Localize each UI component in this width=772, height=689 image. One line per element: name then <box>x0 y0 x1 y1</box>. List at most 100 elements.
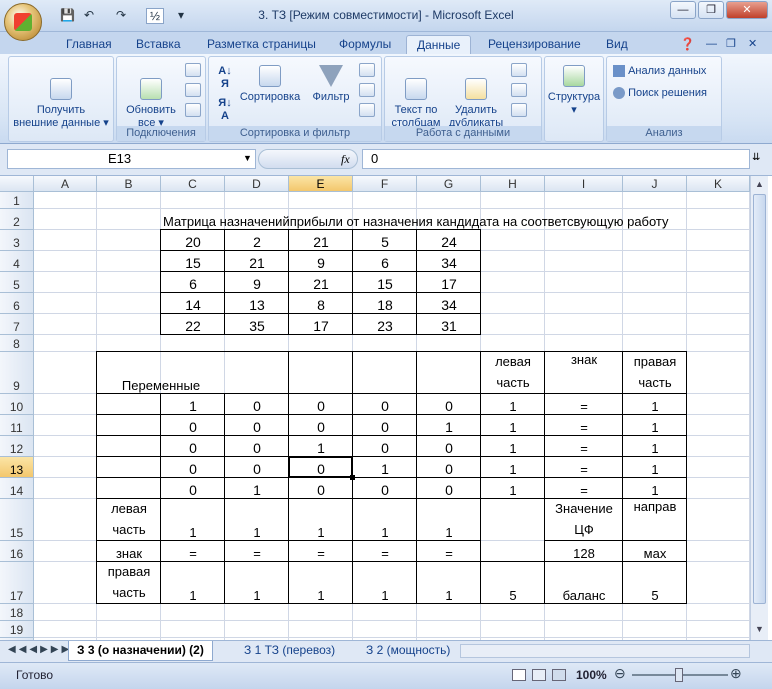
group-title-connections: Подключения <box>117 126 205 141</box>
column-header-f[interactable]: F <box>353 176 417 192</box>
row-rhs: 1 <box>651 399 659 414</box>
variable-cell: 0 <box>189 440 197 456</box>
matrix-cell: 15 <box>185 255 201 271</box>
outline-button[interactable]: Структура ▾ <box>545 65 603 117</box>
sort-za-button[interactable]: Я↓ A <box>215 97 235 123</box>
worksheet-grid[interactable]: A B C D E F G H I J K 1 2 3 4 5 6 7 8 9 10 11 12 13 14 15 16 17 18 19… <box>0 176 772 640</box>
zoom-slider-thumb[interactable] <box>675 668 683 682</box>
row-header-18[interactable]: 18 <box>0 604 34 621</box>
advanced-filter-icon[interactable] <box>359 103 375 117</box>
column-header-j[interactable]: J <box>623 176 687 192</box>
horizontal-scrollbar[interactable] <box>460 644 750 658</box>
row-header-3[interactable]: 3 <box>0 230 34 251</box>
insert-function-button[interactable]: fx <box>341 152 350 167</box>
row-header-6[interactable]: 6 <box>0 293 34 314</box>
tab-data[interactable]: Данные <box>406 35 472 54</box>
vertical-scrollbar[interactable]: ▲ ▼ <box>750 176 768 640</box>
tab-view[interactable]: Вид <box>606 35 628 54</box>
solver-button[interactable]: Поиск решения <box>613 87 707 100</box>
edit-links-icon[interactable] <box>185 103 201 117</box>
tab-formulas[interactable]: Формулы <box>339 35 391 54</box>
name-box-dropdown-icon[interactable]: ▼ <box>243 153 252 163</box>
normal-view-icon[interactable] <box>512 669 526 681</box>
matrix-cell: 6 <box>381 255 389 271</box>
data-validation-icon[interactable] <box>511 63 527 77</box>
data-analysis-button[interactable]: Анализ данных <box>613 65 706 78</box>
properties-icon[interactable] <box>185 83 201 97</box>
formula-input[interactable]: 0 <box>362 149 750 169</box>
row-header-13[interactable]: 13 <box>0 457 34 478</box>
row-header-4[interactable]: 4 <box>0 251 34 272</box>
zoom-level[interactable]: 100% <box>576 668 607 682</box>
sheet-tab-3[interactable]: З 2 (мощность) <box>358 641 458 661</box>
remove-duplicates-button[interactable]: Удалить дубликаты <box>447 65 505 130</box>
scroll-up-icon[interactable]: ▲ <box>755 179 764 189</box>
doc-minimize-icon[interactable]: — <box>706 35 717 54</box>
filter-button[interactable]: Фильтр <box>307 65 355 104</box>
what-if-icon[interactable] <box>511 103 527 117</box>
row-header-16[interactable]: 16 <box>0 541 34 562</box>
page-layout-view-icon[interactable] <box>532 669 546 681</box>
column-header-i[interactable]: I <box>545 176 623 192</box>
column-header-g[interactable]: G <box>417 176 481 192</box>
row-header-1[interactable]: 1 <box>0 192 34 209</box>
doc-close-icon[interactable]: ✕ <box>748 35 757 54</box>
help-icon[interactable]: ❓ <box>680 35 695 54</box>
column-header-e[interactable]: E <box>289 176 353 192</box>
row-header-11[interactable]: 11 <box>0 415 34 436</box>
row-header-14[interactable]: 14 <box>0 478 34 499</box>
reapply-icon[interactable] <box>359 83 375 97</box>
select-all-corner[interactable] <box>0 176 34 192</box>
col-rhs-label-line2: часть <box>112 584 146 600</box>
zoom-in-icon[interactable]: ⊕ <box>730 665 742 682</box>
row-header-8[interactable]: 8 <box>0 335 34 352</box>
row-header-2[interactable]: 2 <box>0 209 34 230</box>
scroll-down-icon[interactable]: ▼ <box>755 624 764 634</box>
sign-header: знак <box>570 352 598 367</box>
objective-value: 128 <box>573 546 595 561</box>
row-header-15[interactable]: 15 <box>0 499 34 541</box>
refresh-all-button[interactable]: Обновить все ▾ <box>121 65 181 130</box>
lhs-header-line1: левая <box>495 354 531 370</box>
row-header-19[interactable]: 19 <box>0 621 34 638</box>
page-break-view-icon[interactable] <box>552 669 566 681</box>
row-header-5[interactable]: 5 <box>0 272 34 293</box>
tab-home[interactable]: Главная <box>66 35 112 54</box>
tab-page-layout[interactable]: Разметка страницы <box>207 35 316 54</box>
row-header-9[interactable]: 9 <box>0 352 34 394</box>
sheet-tab-active[interactable]: З 3 (о назначении) (2) <box>68 641 213 661</box>
sort-button[interactable]: Сортировка <box>237 65 303 104</box>
expand-formula-icon[interactable]: ⇊ <box>752 152 760 163</box>
row-header-10[interactable]: 10 <box>0 394 34 415</box>
column-header-c[interactable]: C <box>161 176 225 192</box>
column-header-k[interactable]: K <box>687 176 750 192</box>
zoom-out-icon[interactable]: ⊖ <box>614 665 626 682</box>
column-header-h[interactable]: H <box>481 176 545 192</box>
connections-icon[interactable] <box>185 63 201 77</box>
tab-review[interactable]: Рецензирование <box>488 35 581 54</box>
sheet-nav-icons[interactable]: ◀◀◀▶▶▶ <box>8 644 72 655</box>
office-button[interactable] <box>4 3 42 41</box>
get-external-data-button[interactable]: Получить внешние данные ▾ <box>13 65 109 130</box>
row-header-17[interactable]: 17 <box>0 562 34 604</box>
column-header-b[interactable]: B <box>97 176 161 192</box>
balance-value: 5 <box>651 588 659 603</box>
clear-filter-icon[interactable] <box>359 63 375 77</box>
sheet-tab-2[interactable]: З 1 ТЗ (перевоз) <box>236 641 343 661</box>
sort-az-button[interactable]: A↓ Я <box>215 65 235 91</box>
group-analysis: Анализ данных Поиск решения Анализ <box>606 56 722 142</box>
scroll-thumb[interactable] <box>753 194 766 604</box>
row-header-12[interactable]: 12 <box>0 436 34 457</box>
column-header-d[interactable]: D <box>225 176 289 192</box>
tab-insert[interactable]: Вставка <box>136 35 181 54</box>
name-box[interactable]: E13 <box>7 149 256 169</box>
row-header-7[interactable]: 7 <box>0 314 34 335</box>
maximize-button[interactable]: ❐ <box>698 1 724 19</box>
doc-restore-icon[interactable]: ❐ <box>726 35 736 54</box>
close-button[interactable]: ✕ <box>726 1 768 19</box>
minimize-button[interactable]: — <box>670 1 696 19</box>
text-to-columns-button[interactable]: Текст по столбцам <box>389 65 443 130</box>
consolidate-icon[interactable] <box>511 83 527 97</box>
column-header-a[interactable]: A <box>34 176 97 192</box>
row-rhs: 1 <box>651 420 659 435</box>
